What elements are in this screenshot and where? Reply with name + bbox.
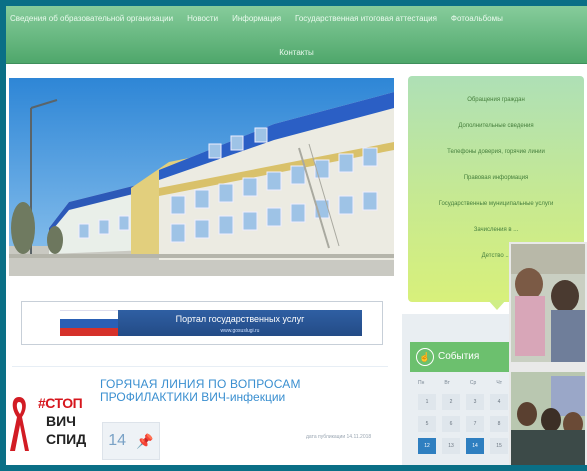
- calendar-day[interactable]: 15: [490, 438, 508, 454]
- weekday: Пн: [418, 380, 425, 386]
- sidebar-item-appeals[interactable]: Обращения граждан: [408, 96, 584, 104]
- hiv-logo-vich: ВИЧ: [46, 413, 77, 429]
- events-title: События: [438, 351, 480, 362]
- gosuslugi-bar: Портал государственных услуг www.gosuslu…: [118, 310, 362, 336]
- sidebar-item-additional[interactable]: Дополнительные сведения: [408, 122, 584, 130]
- calendar-day[interactable]: 14: [466, 438, 484, 454]
- weekday: Чт: [496, 380, 502, 386]
- calendar-day[interactable]: 12: [418, 438, 436, 454]
- top-navigation: Сведения об образовательной организации …: [6, 6, 587, 64]
- hiv-logo-spid: СПИД: [46, 431, 87, 447]
- divider: [12, 366, 388, 367]
- classroom-photo: [511, 244, 585, 469]
- main-content: Портал государственных услуг www.gosuslu…: [6, 64, 587, 471]
- red-ribbon-icon: [10, 397, 29, 451]
- sidebar-item-legal[interactable]: Правовая информация: [408, 174, 584, 182]
- nav-row-secondary: Контакты: [6, 46, 587, 60]
- nav-item-about[interactable]: Сведения об образовательной организации: [10, 12, 173, 30]
- events-header[interactable]: ☝ События: [410, 342, 510, 372]
- news-headline-line2[interactable]: ПРОФИЛАКТИКИ ВИЧ-инфекции: [100, 391, 350, 404]
- stop-hiv-logo[interactable]: #СТОП ВИЧ СПИД: [8, 389, 100, 459]
- school-photo[interactable]: [9, 78, 394, 276]
- gosuslugi-banner[interactable]: Портал государственных услуг www.gosuslu…: [21, 301, 383, 345]
- calendar-day[interactable]: 6: [442, 416, 460, 432]
- weekday: Ср: [469, 380, 477, 386]
- gosuslugi-title: Портал государственных услуг: [175, 314, 305, 324]
- nav-item-info[interactable]: Информация: [232, 12, 281, 30]
- news-day: 14: [108, 432, 126, 449]
- calendar-day[interactable]: 1: [418, 394, 436, 410]
- news-date-badge: 14 📌: [102, 422, 160, 460]
- calendar-day[interactable]: 4: [490, 394, 508, 410]
- calendar-day[interactable]: 13: [442, 438, 460, 454]
- calendar-day[interactable]: 5: [418, 416, 436, 432]
- russian-flag-icon: [60, 310, 126, 336]
- sidebar-item-enrollment[interactable]: Зачисления в ...: [408, 226, 584, 234]
- hand-icon: ☝: [416, 348, 434, 366]
- sidebar-item-hotlines[interactable]: Телефоны доверия, горячие линии: [408, 148, 584, 156]
- calendar-grid: 1 2 3 4 5 6 7 8 12 13 14 15: [410, 394, 510, 454]
- pin-icon: 📌: [136, 432, 154, 449]
- nav-item-contacts[interactable]: Контакты: [279, 46, 314, 60]
- calendar-weekdays: Пн Вт Ср Чт: [410, 380, 510, 386]
- nav-item-photos[interactable]: Фотоальбомы: [451, 12, 503, 30]
- nav-item-gia[interactable]: Государственная итоговая аттестация: [295, 12, 437, 30]
- nav-item-news[interactable]: Новости: [187, 12, 218, 30]
- calendar-day[interactable]: 8: [490, 416, 508, 432]
- calendar-day[interactable]: 3: [466, 394, 484, 410]
- news-headline[interactable]: ГОРЯЧАЯ ЛИНИЯ ПО ВОПРОСАМ ПРОФИЛАКТИКИ В…: [100, 378, 350, 404]
- gosuslugi-url: www.gosuslugi.ru: [220, 328, 260, 334]
- sidebar-item-services[interactable]: Государственные муниципальные услуги: [408, 200, 584, 208]
- nav-row-primary: Сведения об образовательной организации …: [6, 12, 587, 30]
- calendar-day[interactable]: 7: [466, 416, 484, 432]
- photo-popup[interactable]: [509, 242, 587, 471]
- hiv-logo-stop: #СТОП: [38, 395, 83, 411]
- sidebar-menu-pointer: [488, 300, 506, 310]
- school-building-image: [9, 78, 394, 276]
- news-meta: дата публикации 14.11.2018: [306, 434, 372, 440]
- weekday: Вт: [444, 380, 450, 386]
- calendar-day[interactable]: 2: [442, 394, 460, 410]
